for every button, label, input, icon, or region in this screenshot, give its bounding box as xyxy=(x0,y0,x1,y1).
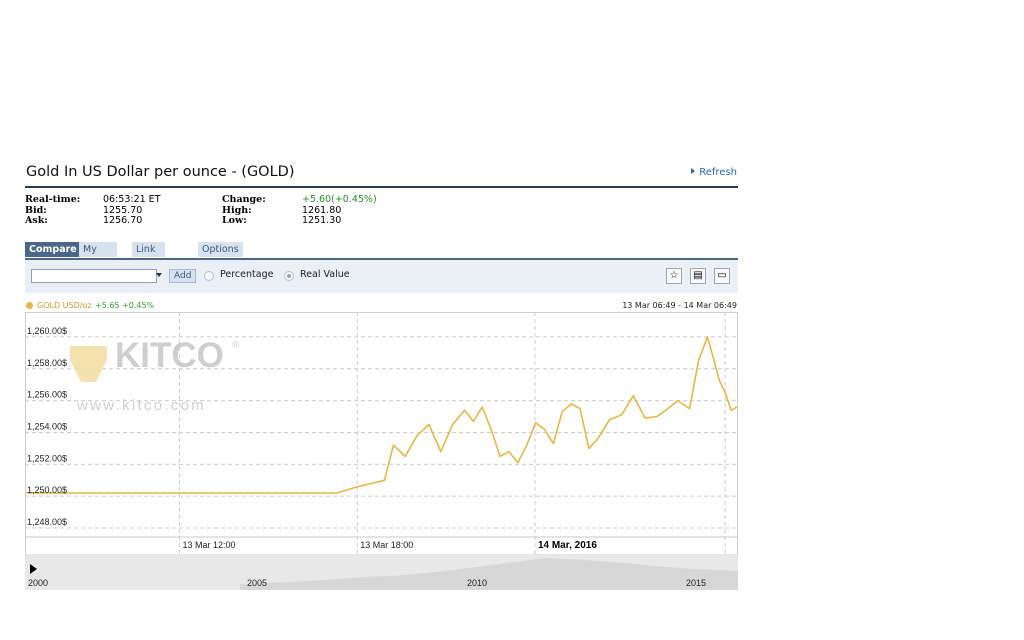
legend-change: +5.65 +0.45% xyxy=(95,301,155,310)
gold-chart-widget: Gold In US Dollar per ounce - (GOLD) Ref… xyxy=(25,160,738,590)
navigator-year-label: 2005 xyxy=(247,578,267,588)
y-tick-label: 1,258.00$ xyxy=(27,358,67,368)
play-icon xyxy=(691,168,696,174)
add-button[interactable]: Add xyxy=(169,269,197,283)
percentage-radio[interactable] xyxy=(204,271,214,281)
ask-value: 1256.70 xyxy=(103,215,143,226)
y-tick-label: 1,248.00$ xyxy=(27,517,67,527)
date-range: 13 Mar 06:49 - 14 Mar 06:49 xyxy=(622,301,737,310)
print-icon[interactable]: ▭ xyxy=(714,268,730,284)
percentage-label: Percentage xyxy=(220,269,274,280)
save-icon[interactable]: ▤ xyxy=(690,268,706,284)
legend-row: GOLD USD/oz +5.65 +0.45% 13 Mar 06:49 - … xyxy=(25,300,738,312)
quote-values-left: 06:53:21 ET 1255.70 1256.70 xyxy=(103,194,161,227)
real-value-label: Real Value xyxy=(300,269,350,280)
y-tick-label: 1,256.00$ xyxy=(27,390,67,400)
navigator-year-label: 2010 xyxy=(467,578,487,588)
realtime-value: 06:53:21 ET xyxy=(103,194,161,205)
quote-labels-right: Change: High: Low: xyxy=(222,194,266,227)
change-value: +5.60(+0.45%) xyxy=(302,194,377,205)
y-tick-label: 1,260.00$ xyxy=(27,326,67,336)
legend-series-label: GOLD USD/oz xyxy=(37,301,92,310)
watermark-url: www.kitco.com xyxy=(76,397,206,414)
header-bar: Gold In US Dollar per ounce - (GOLD) Ref… xyxy=(25,160,738,188)
refresh-link[interactable]: Refresh xyxy=(691,167,737,178)
page-title: Gold In US Dollar per ounce - (GOLD) xyxy=(26,164,295,180)
low-label: Low: xyxy=(222,215,247,226)
watermark-brand: KITCO xyxy=(115,336,224,375)
compare-symbol-input[interactable] xyxy=(31,269,157,283)
x-tick-label: 14 Mar, 2016 xyxy=(538,540,597,551)
realtime-label: Real-time: xyxy=(25,194,81,205)
real-value-radio[interactable] xyxy=(284,271,294,281)
chevron-down-icon[interactable] xyxy=(156,273,162,277)
series-dot xyxy=(26,302,33,309)
quote-values-right: +5.60(+0.45%) 1261.80 1251.30 xyxy=(302,194,377,227)
change-label: Change: xyxy=(222,194,266,205)
registered-mark: ® xyxy=(232,340,240,351)
tab-options[interactable]: Options xyxy=(198,242,243,257)
x-tick-label: 13 Mar 12:00 xyxy=(182,540,235,550)
tab-compare[interactable]: Compare xyxy=(25,242,81,257)
refresh-label: Refresh xyxy=(699,167,737,178)
quote-labels-left: Real-time: Bid: Ask: xyxy=(25,194,81,227)
y-tick-label: 1,252.00$ xyxy=(27,453,67,463)
y-tick-label: 1,254.00$ xyxy=(27,421,67,431)
ask-label: Ask: xyxy=(25,215,48,226)
x-tick-label: 13 Mar 18:00 xyxy=(360,540,413,550)
navigator-year-label: 2015 xyxy=(686,578,706,588)
navigator-year-label: 2000 xyxy=(28,578,48,588)
tab-my-charts[interactable]: My charts xyxy=(79,242,117,270)
low-value: 1251.30 xyxy=(302,215,342,226)
compare-toolbar: Add Percentage Real Value ☆ ▤ ▭ xyxy=(25,260,738,293)
price-chart: KITCO ® www.kitco.com 1,260.00$ 1,258.00$… xyxy=(25,312,738,590)
tab-link-to-chart[interactable]: Link to chart xyxy=(132,242,165,285)
y-tick-label: 1,250.00$ xyxy=(27,485,67,495)
star-icon[interactable]: ☆ xyxy=(666,268,682,284)
